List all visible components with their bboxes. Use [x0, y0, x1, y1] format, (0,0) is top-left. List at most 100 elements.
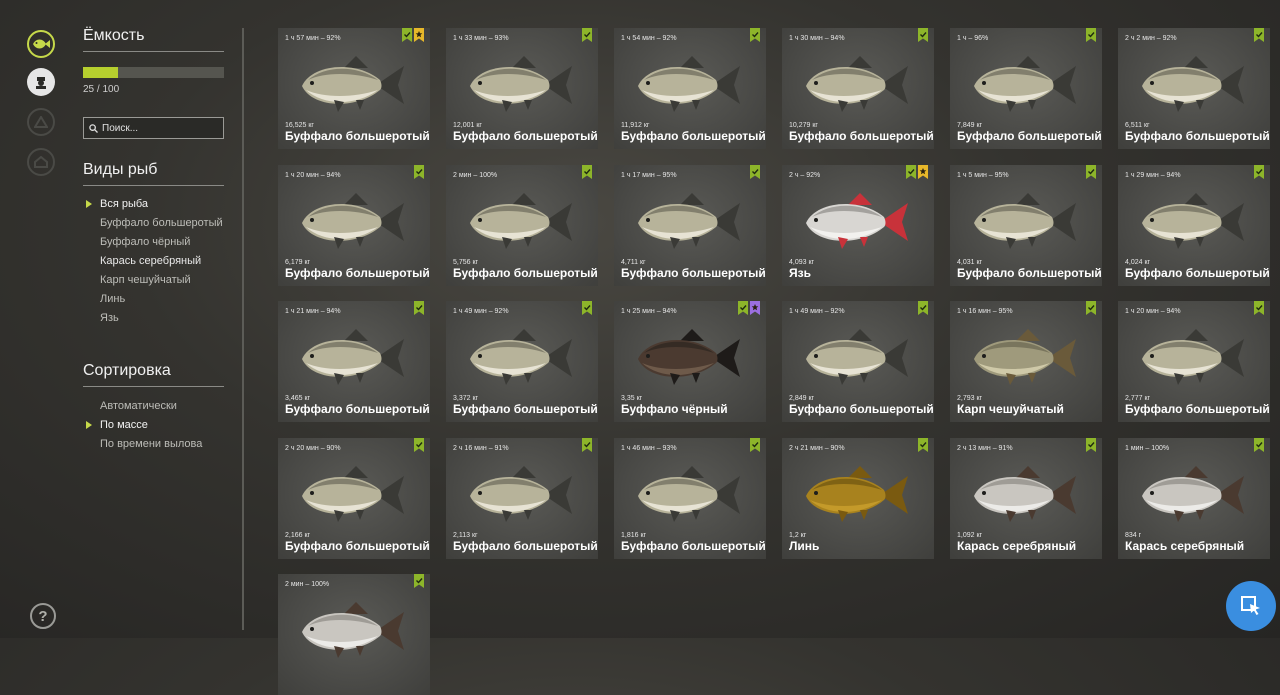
badges [750, 165, 760, 179]
fish-card[interactable]: 1 ч 49 мин – 92% 2,849 кг Буффало большер… [782, 301, 934, 422]
fish-name: Буффало большеротый [621, 266, 766, 280]
fish-weight: 2,793 кг [957, 395, 983, 402]
species-item[interactable]: Язь [83, 312, 224, 325]
gold-star-badge-icon [414, 28, 424, 42]
fish-name: Язь [789, 266, 811, 280]
catch-time: 2 ч 2 мин – 92% [1125, 35, 1177, 42]
fish-image [294, 323, 414, 393]
fish-weight: 12,001 кг [453, 122, 482, 129]
check-badge-icon [1254, 438, 1264, 452]
species-item[interactable]: Линь [83, 293, 224, 306]
check-badge-icon [582, 165, 592, 179]
fish-card[interactable]: 2 ч 13 мин – 91% 1,092 кг Карась серебрян… [950, 438, 1102, 559]
pointer-icon[interactable] [1226, 581, 1276, 631]
fisherman-icon[interactable] [27, 68, 55, 96]
fish-card[interactable]: 2 ч 16 мин – 91% 2,113 кг Буффало большер… [446, 438, 598, 559]
fish-card[interactable]: 1 ч 49 мин – 92% 3,372 кг Буффало большер… [446, 301, 598, 422]
house-icon[interactable] [27, 148, 55, 176]
sort-item[interactable]: По времени вылова [83, 438, 224, 451]
badges [1086, 301, 1096, 315]
fish-weight: 4,093 кг [789, 259, 815, 266]
fish-name: Буффало чёрный [621, 402, 728, 416]
fish-image [798, 323, 918, 393]
badges [1086, 165, 1096, 179]
badges [918, 438, 928, 452]
catch-time: 2 ч 21 мин – 90% [789, 445, 845, 452]
species-item[interactable]: Буффало большеротый [83, 217, 224, 230]
fish-image [630, 50, 750, 120]
fish-card[interactable]: 1 ч 29 мин – 94% 4,024 кг Буффало большер… [1118, 165, 1270, 286]
fish-card[interactable]: 2 мин – 100% [278, 574, 430, 695]
fish-card[interactable]: 2 ч 21 мин – 90% 1,2 кг Линь [782, 438, 934, 559]
scrollbar[interactable] [242, 28, 244, 630]
catch-time: 1 ч 49 мин – 92% [453, 308, 509, 315]
fish-card[interactable]: 1 ч 25 мин – 94% 3,35 кг Буффало чёрный [614, 301, 766, 422]
species-label: Буффало большеротый [100, 217, 223, 229]
fish-card[interactable]: 1 ч 17 мин – 95% 4,711 кг Буффало большер… [614, 165, 766, 286]
tent-icon[interactable] [27, 108, 55, 136]
fish-card[interactable]: 1 ч 21 мин – 94% 3,465 кг Буффало большер… [278, 301, 430, 422]
fish-icon[interactable] [27, 30, 55, 58]
fish-card[interactable]: 2 мин – 100% 5,756 кг Буффало большеротый [446, 165, 598, 286]
fish-card[interactable]: 1 ч 46 мин – 93% 1,816 кг Буффало большер… [614, 438, 766, 559]
fish-image [966, 323, 1086, 393]
fish-card[interactable]: 2 ч 20 мин – 90% 2,166 кг Буффало большер… [278, 438, 430, 559]
fish-card[interactable]: 1 мин – 100% 834 г Карась серебряный [1118, 438, 1270, 559]
sort-item[interactable]: По массе [83, 419, 224, 432]
badges [918, 301, 928, 315]
capacity-fill [83, 67, 119, 78]
capacity-text: 25 / 100 [83, 84, 120, 95]
badges [1254, 438, 1264, 452]
fish-name: Буффало большеротый [453, 129, 598, 143]
help-icon[interactable]: ? [30, 603, 56, 629]
fish-card[interactable]: 1 ч – 96% 7,849 кг Буффало большеротый [950, 28, 1102, 149]
help-label: ? [38, 607, 48, 625]
catch-time: 2 мин – 100% [285, 581, 330, 588]
fish-card[interactable]: 1 ч 5 мин – 95% 4,031 кг Буффало большеро… [950, 165, 1102, 286]
fish-name: Буффало большеротый [1125, 129, 1270, 143]
check-badge-icon [1086, 28, 1096, 42]
sort-list: Автоматически По массе По времени вылова [83, 400, 224, 457]
fish-weight: 1,092 кг [957, 532, 983, 539]
fish-name: Карась серебряный [957, 539, 1077, 553]
catch-time: 2 ч 13 мин – 91% [957, 445, 1013, 452]
check-badge-icon [1086, 301, 1096, 315]
catch-time: 2 ч 16 мин – 91% [453, 445, 509, 452]
species-item[interactable]: Буффало чёрный [83, 236, 224, 249]
fish-card[interactable]: 1 ч 16 мин – 95% 2,793 кг Карп чешуйчатый [950, 301, 1102, 422]
fish-name: Буффало большеротый [1125, 402, 1270, 416]
icon-rail: ? [0, 0, 82, 638]
fish-card[interactable]: 1 ч 20 мин – 94% 2,777 кг Буффало большер… [1118, 301, 1270, 422]
fish-card[interactable]: 1 ч 20 мин – 94% 6,179 кг Буффало большер… [278, 165, 430, 286]
fish-card[interactable]: 1 ч 57 мин – 92% 16,525 кг Буффало больше… [278, 28, 430, 149]
fish-image [462, 187, 582, 257]
badges [402, 28, 424, 42]
fish-card[interactable]: 1 ч 33 мин – 93% 12,001 кг Буффало больше… [446, 28, 598, 149]
fish-image [630, 323, 750, 393]
fish-image [966, 50, 1086, 120]
fish-card[interactable]: 1 ч 30 мин – 94% 10,279 кг Буффало больше… [782, 28, 934, 149]
fish-card[interactable]: 2 ч 2 мин – 92% 6,511 кг Буффало большеро… [1118, 28, 1270, 149]
sort-title: Сортировка [83, 362, 224, 387]
fish-image [798, 50, 918, 120]
check-badge-icon [750, 165, 760, 179]
species-item[interactable]: Карп чешуйчатый [83, 274, 224, 287]
fish-card[interactable]: 1 ч 54 мин – 92% 11,912 кг Буффало больше… [614, 28, 766, 149]
check-badge-icon [906, 165, 916, 179]
search-input[interactable]: Поиск... [83, 117, 224, 139]
catch-time: 1 ч 5 мин – 95% [957, 172, 1009, 179]
fish-card[interactable]: 2 ч – 92% 4,093 кг Язь [782, 165, 934, 286]
fish-name: Линь [789, 539, 820, 553]
species-item[interactable]: Карась серебряный [83, 255, 224, 268]
species-label: Вся рыба [100, 198, 149, 210]
catch-time: 2 мин – 100% [453, 172, 498, 179]
species-item[interactable]: Вся рыба [83, 198, 224, 211]
fish-image [294, 596, 414, 666]
fish-weight: 6,179 кг [285, 259, 311, 266]
fish-image [798, 460, 918, 530]
fish-image [630, 187, 750, 257]
fish-weight: 1,2 кг [789, 532, 807, 539]
check-badge-icon [1086, 438, 1096, 452]
fish-weight: 11,912 кг [621, 122, 650, 129]
sort-item[interactable]: Автоматически [83, 400, 224, 413]
